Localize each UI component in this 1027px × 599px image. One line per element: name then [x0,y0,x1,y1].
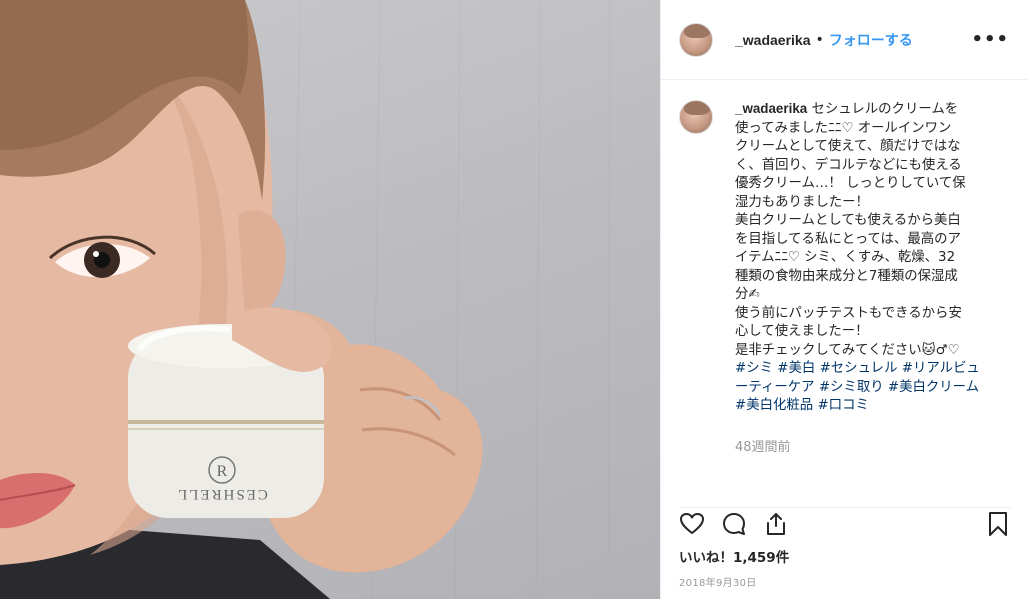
follow-button[interactable]: フォローする [829,30,913,50]
caption-line: 分✍ [735,287,760,302]
hashtag-link[interactable]: #シミ取り [819,380,884,395]
jar-monogram: R [217,463,228,480]
header-username[interactable]: _wadaerika [735,32,811,48]
comment-icon[interactable] [721,511,747,537]
caption-line: 心して使えましたー！ [735,324,869,339]
caption-line: _wadaerika セシュレルのクリームを [735,101,959,117]
hashtag-link[interactable]: #美白 [777,361,815,376]
post-date: 2018年9月30日 [679,578,757,589]
post-time-ago[interactable]: 48週間前 [735,436,1013,455]
avatar[interactable] [679,22,713,57]
heart-icon[interactable] [679,511,705,537]
hashtag-link[interactable]: #美白化粧品 [735,398,813,413]
comments-section: _wadaerika セシュレルのクリームを 使ってみましたﾆﾆ♡ オールインワン… [679,100,1013,455]
caption-line: 使う前にパッチテストもできるから安 [735,305,962,321]
post-side-panel: _wadaerika • フォローする ••• _wadaerika セシュレル… [660,0,1027,599]
hashtag-list: #シミ #美白 #セシュレル #リアルビューティーケア #シミ取り #美白クリー… [735,360,993,416]
caption-avatar[interactable] [679,100,713,134]
caption-text: _wadaerika セシュレルのクリームを 使ってみましたﾆﾆ♡ オールインワン… [735,100,993,416]
caption-line: 種類の食物由来成分と7種類の保湿成 [735,268,958,284]
caption-line: 美白クリームとしても使えるから美白 [735,213,961,228]
caption-line: 湿力もありましたー！ [735,194,869,210]
caption-line: イテムﾆﾆ♡ シミ、くすみ、乾燥、32 [735,250,956,265]
likes-count[interactable]: いいね！1,459件 [679,546,789,566]
post-header: _wadaerika • フォローする ••• [661,0,1027,80]
hashtag-link[interactable]: #セシュレル [820,361,898,376]
bookmark-icon[interactable] [985,511,1011,537]
caption-line: 是非チェックしてみてください🐱♂♡ [735,342,960,358]
hashtag-link[interactable]: #美白クリーム [888,380,979,395]
caption-username[interactable]: _wadaerika [735,101,807,116]
caption-row: _wadaerika セシュレルのクリームを 使ってみましたﾆﾆ♡ オールインワン… [679,100,1013,416]
post-photo[interactable]: R CESHRELL [0,0,660,599]
caption-line: く、首回り、デコルテなどにも使える [735,157,962,173]
jar-brand-label: CESHRELL [176,486,268,502]
hashtag-link[interactable]: #口コミ [817,398,868,413]
photo-illustration: R CESHRELL [0,0,611,599]
more-options-icon[interactable]: ••• [971,29,1009,50]
hashtag-link[interactable]: #シミ [735,361,773,376]
share-icon[interactable] [763,511,789,537]
caption-line: 使ってみましたﾆﾆ♡ オールインワン [735,120,952,136]
caption-line: を目指してる私にとっては、最高のア [735,231,961,247]
caption-line: クリームとして使えて、顔だけではな [735,139,961,154]
header-separator: • [815,31,824,48]
caption-line: 優秀クリーム…！ しっとりしていて保 [735,176,966,191]
action-bar [679,507,1011,539]
